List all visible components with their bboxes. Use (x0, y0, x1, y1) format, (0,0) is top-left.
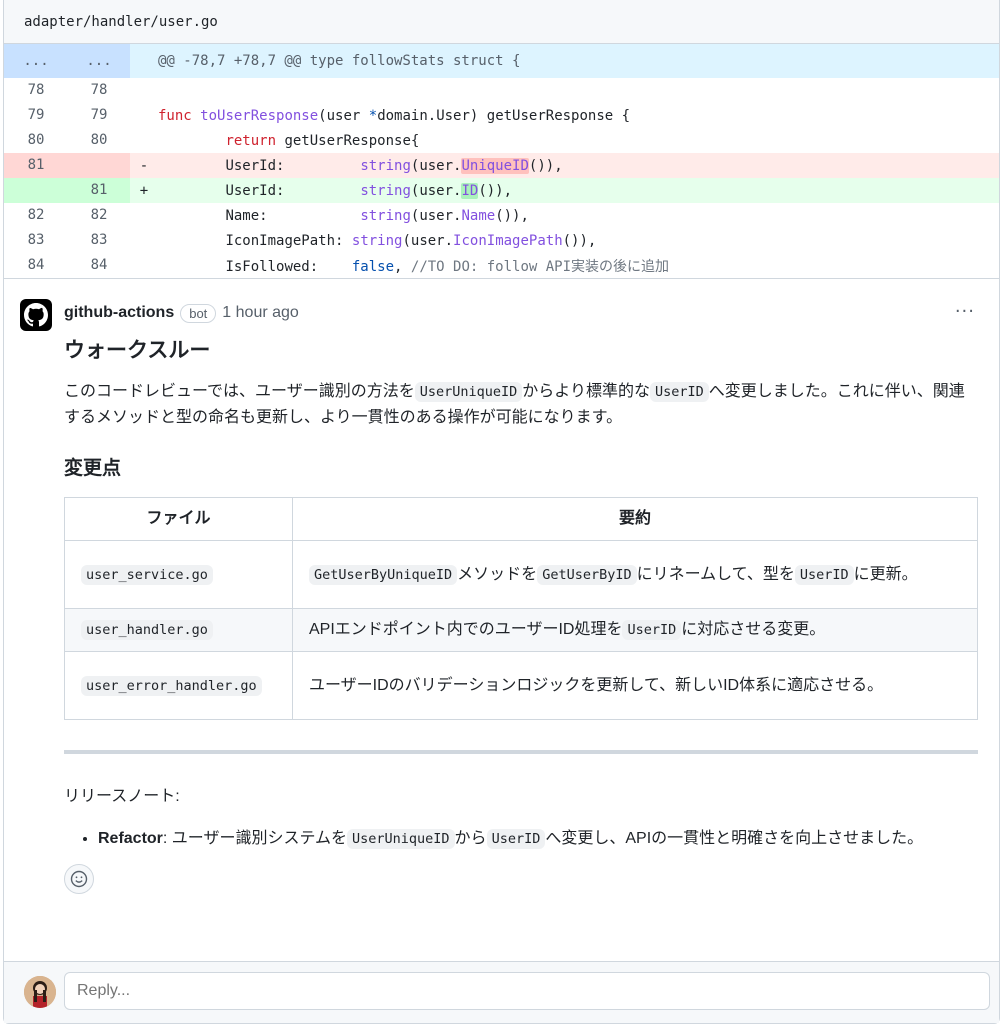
diff-hunk: ... ... @@ -78,7 +78,7 @@ type followSta… (4, 44, 999, 278)
code-line: return getUserResponse{ (225, 132, 420, 149)
diff-line: 78 78 (4, 78, 999, 103)
line-number-old[interactable] (4, 178, 68, 203)
file-path[interactable]: adapter/handler/user.go (4, 0, 999, 44)
hunk-header[interactable]: ... ... @@ -78,7 +78,7 @@ type followSta… (4, 44, 999, 78)
line-number-old[interactable]: 80 (4, 128, 68, 153)
file-name: user_service.go (81, 564, 213, 585)
expand-right[interactable]: ... (68, 44, 130, 78)
changes-table: ファイル 要約 user_service.go GetUserByUniqueI… (64, 497, 978, 720)
diff-line: 80 80 return getUserResponse{ (4, 128, 999, 153)
column-header-summary: 要約 (292, 497, 978, 541)
table-row: user_handler.go APIエンドポイント内でのユーザーID処理を Us… (64, 608, 978, 652)
avatar[interactable] (24, 976, 56, 1008)
line-number-new[interactable]: 80 (68, 128, 130, 153)
github-mark-icon[interactable] (20, 299, 52, 331)
line-number-old[interactable]: 78 (4, 78, 68, 103)
review-thread: adapter/handler/user.go ... ... @@ -78,7… (3, 0, 1000, 1024)
author-name[interactable]: github-actions (64, 304, 174, 322)
code-line: IconImagePath: string(user.IconImagePath… (225, 232, 597, 249)
release-notes-list: Refactor: ユーザー識別システムをUserUniqueIDからUserI… (98, 826, 979, 852)
timestamp[interactable]: 1 hour ago (222, 304, 299, 322)
diff-line: 83 83 IconImagePath: string(user.IconIma… (4, 228, 999, 253)
line-number-new[interactable]: 78 (68, 78, 130, 103)
line-number-old[interactable]: 81 (4, 153, 68, 178)
diff-line: 82 82 Name: string(user.Name()), (4, 203, 999, 228)
more-options-icon[interactable]: ··· (955, 301, 975, 322)
code-line: IsFollowed: false, //TO DO: follow API実装… (225, 258, 670, 275)
table-row: user_service.go GetUserByUniqueID メソッドを Ge… (64, 540, 978, 609)
bot-badge: bot (180, 303, 217, 323)
line-number-old[interactable]: 84 (4, 253, 68, 278)
summary-paragraph: このコードレビューでは、ユーザー識別の方法を UserUniqueID からより標準… (64, 382, 965, 426)
line-number-old[interactable]: 82 (4, 203, 68, 228)
line-number-new[interactable]: 82 (68, 203, 130, 228)
column-header-file: ファイル (64, 497, 293, 541)
code-line: func toUserResponse(user *domain.User) g… (158, 107, 631, 124)
line-number-new[interactable]: 81 (68, 178, 130, 203)
diff-line: 84 84 IsFollowed: false, //TO DO: follow… (4, 253, 999, 278)
code-line: Name: string(user.Name()), (225, 207, 529, 224)
walkthrough-heading: ウォークスルー (64, 339, 211, 362)
reply-bar (4, 961, 999, 1023)
file-name: user_handler.go (81, 620, 213, 640)
comment-header: github-actions bot 1 hour ago (64, 299, 999, 327)
diff-line: 79 79 func toUserResponse(user *domain.U… (4, 103, 999, 128)
file-name: user_error_handler.go (81, 675, 262, 696)
changes-heading: 変更点 (64, 458, 122, 479)
line-number-old[interactable]: 83 (4, 228, 68, 253)
summary-cell: ユーザーIDのバリデーションロジックを更新して、新しいID体系に適応させる。 (292, 651, 978, 720)
line-number-old[interactable]: 79 (4, 103, 68, 128)
diff-line-added: 81 + UserId: string(user.ID()), (4, 178, 999, 203)
release-notes-label: リリースノート: (64, 788, 180, 805)
table-row: user_error_handler.go ユーザーIDのバリデーションロジック… (64, 651, 978, 720)
divider (64, 750, 978, 754)
summary-cell: GetUserByUniqueID メソッドを GetUserByID にリネームして… (292, 540, 978, 609)
expand-left[interactable]: ... (4, 44, 68, 78)
code-line: UserId: string(user.ID()), (225, 182, 513, 199)
summary-cell: APIエンドポイント内でのユーザーID処理を UserID に対応させる変更。 (292, 608, 978, 652)
smiley-icon[interactable] (64, 864, 94, 894)
line-number-new[interactable] (68, 153, 130, 178)
line-number-new[interactable]: 83 (68, 228, 130, 253)
review-comment: github-actions bot 1 hour ago ··· ウォークスル… (4, 279, 999, 894)
addition-marker: + (139, 182, 149, 199)
line-number-new[interactable]: 79 (68, 103, 130, 128)
comment-body: ウォークスルー このコードレビューでは、ユーザー識別の方法を UserUnique… (64, 337, 979, 894)
diff-line-deleted: 81 - UserId: string(user.UniqueID()), (4, 153, 999, 178)
hunk-text: @@ -78,7 +78,7 @@ type followStats struc… (158, 53, 521, 69)
reply-input[interactable] (64, 972, 990, 1010)
deletion-marker: - (139, 157, 149, 174)
code-line: UserId: string(user.UniqueID()), (225, 157, 563, 174)
line-number-new[interactable]: 84 (68, 253, 130, 278)
list-item: Refactor: ユーザー識別システムをUserUniqueIDからUserI… (98, 826, 979, 852)
